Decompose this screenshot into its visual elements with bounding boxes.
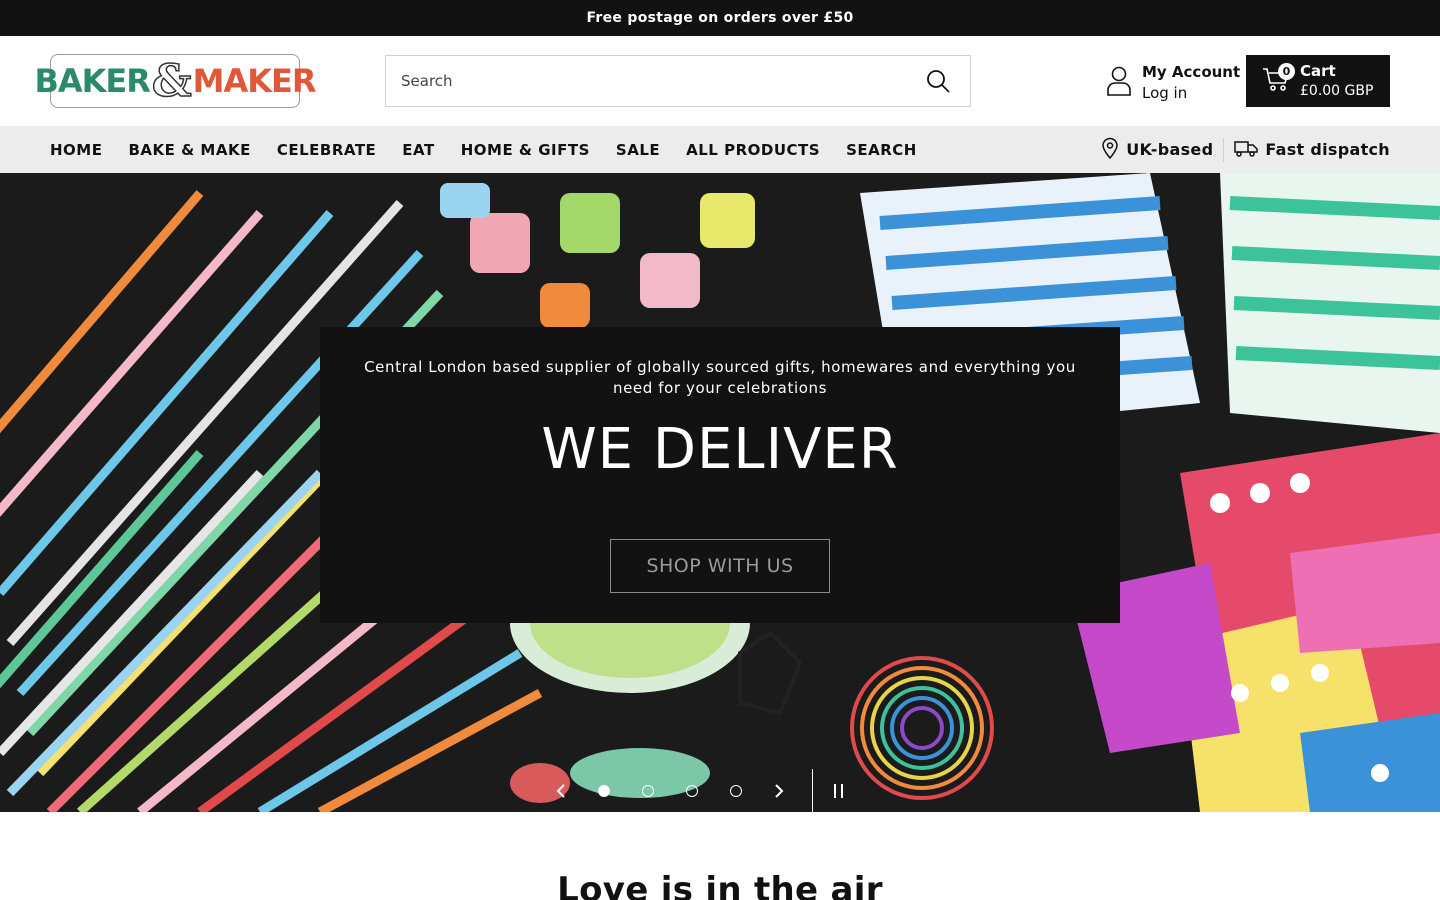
chevron-right-icon	[775, 784, 784, 798]
user-icon	[1106, 66, 1132, 100]
site-header: BAKER & MAKER My Account Log in 0 Cart £…	[0, 36, 1440, 126]
search-icon[interactable]	[906, 56, 970, 106]
delivery-truck-icon	[1234, 139, 1259, 161]
pause-icon	[834, 784, 843, 798]
account-title: My Account	[1142, 63, 1241, 81]
announcement-text: Free postage on orders over £50	[586, 10, 854, 26]
feature-label: Fast dispatch	[1265, 140, 1390, 159]
logo-ampersand: &	[151, 55, 192, 108]
previous-slide-button[interactable]	[540, 769, 582, 812]
cart-label: Cart	[1300, 62, 1336, 80]
slide-dot-1[interactable]	[598, 785, 610, 797]
slide-dot-3[interactable]	[686, 785, 698, 797]
next-slide-button[interactable]	[758, 769, 800, 812]
slide-dot-2[interactable]	[642, 785, 654, 797]
chevron-left-icon	[556, 784, 565, 798]
location-pin-icon	[1101, 137, 1119, 163]
hero-subtitle: Central London based supplier of globall…	[364, 358, 1076, 397]
shop-with-us-button[interactable]: SHOP WITH US	[610, 539, 830, 593]
feature-fast-dispatch: Fast dispatch	[1234, 139, 1390, 161]
nav-item-eat[interactable]: EAT	[402, 141, 434, 159]
feature-divider	[1223, 137, 1225, 162]
hero-heading: WE DELIVER	[541, 417, 899, 482]
logo-word-2: MAKER	[192, 62, 317, 100]
feature-label: UK-based	[1126, 140, 1214, 159]
nav-item-all-products[interactable]: ALL PRODUCTS	[686, 141, 820, 159]
pause-slideshow-button[interactable]	[813, 769, 865, 812]
feature-uk-based: UK-based	[1101, 137, 1213, 163]
slideshow-controls	[540, 769, 865, 812]
login-link[interactable]: Log in	[1142, 83, 1240, 104]
search-input[interactable]	[401, 72, 906, 90]
cart-count-badge: 0	[1278, 63, 1295, 80]
nav-features: UK-based Fast dispatch	[1101, 126, 1390, 173]
nav-item-home[interactable]: HOME	[50, 141, 102, 159]
hero-content-panel: Central London based supplier of globall…	[320, 327, 1120, 623]
slide-dot-4[interactable]	[730, 785, 742, 797]
section-title: Love is in the air	[557, 870, 883, 900]
nav-item-search[interactable]: SEARCH	[846, 141, 917, 159]
cart-button[interactable]: 0 Cart £0.00 GBP	[1246, 55, 1390, 107]
search-bar	[385, 55, 971, 107]
nav-item-sale[interactable]: SALE	[616, 141, 660, 159]
nav-item-celebrate[interactable]: CELEBRATE	[277, 141, 376, 159]
hero-slideshow: Central London based supplier of globall…	[0, 173, 1440, 812]
cart-total: £0.00 GBP	[1300, 83, 1374, 99]
main-nav: HOME BAKE & MAKE CELEBRATE EAT HOME & GI…	[0, 126, 1440, 173]
announcement-bar: Free postage on orders over £50	[0, 0, 1440, 36]
store-logo[interactable]: BAKER & MAKER	[34, 54, 317, 108]
nav-item-bake-make[interactable]: BAKE & MAKE	[128, 141, 250, 159]
logo-word-1: BAKER	[34, 62, 150, 100]
nav-item-home-gifts[interactable]: HOME & GIFTS	[461, 141, 590, 159]
account-link[interactable]: My Account Log in	[1106, 62, 1240, 104]
